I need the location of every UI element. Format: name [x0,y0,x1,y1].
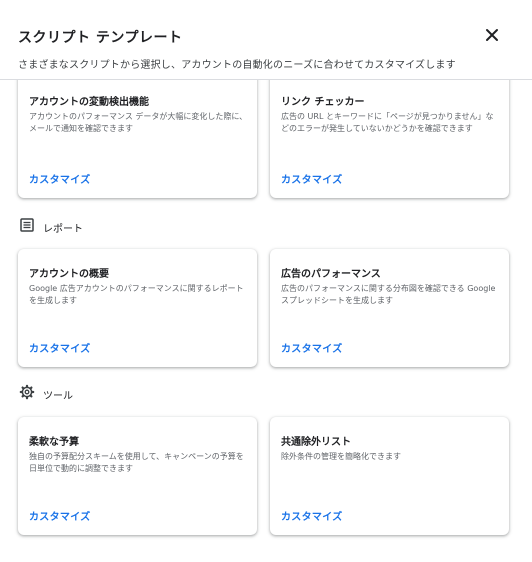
close-icon[interactable] [482,25,502,45]
customize-button[interactable]: カスタマイズ [281,508,343,523]
template-card-account-summary[interactable]: アカウントの概要 Google 広告アカウントのパフォーマンスに関するレポートを… [18,249,257,367]
card-description: 広告のパフォーマンスに関する分布図を確認できる Google スプレッドシートを… [281,284,496,305]
customize-button[interactable]: カスタマイズ [29,340,91,355]
dialog-title: スクリプト テンプレート [18,30,183,46]
section-label: ツール [43,390,73,402]
card-title: リンク チェッカー [281,97,365,108]
gear-icon [19,384,35,404]
template-card-link-checker[interactable]: リンク チェッカー 広告の URL とキーワードに「ページが見つかりません」など… [270,80,509,198]
section-label: レポート [43,223,83,235]
card-description: 除外条件の管理を簡略化できます [281,452,401,461]
section-header-reports: レポート [19,217,83,237]
customize-button[interactable]: カスタマイズ [281,340,343,355]
section-header-tools: ツール [19,384,73,404]
card-description: 広告の URL とキーワードに「ページが見つかりません」などのエラーが発生してい… [281,112,494,133]
card-description: 独自の予算配分スキームを使用して、キャンペーンの予算を日単位で動的に調整できます [29,452,244,473]
template-list[interactable]: アカウントの変動検出機能 アカウントのパフォーマンス データが大幅に変化した際に… [0,80,532,562]
template-card-anomaly-detector[interactable]: アカウントの変動検出機能 アカウントのパフォーマンス データが大幅に変化した際に… [18,80,257,198]
customize-button[interactable]: カスタマイズ [29,508,91,523]
template-card-ad-performance[interactable]: 広告のパフォーマンス 広告のパフォーマンスに関する分布図を確認できる Googl… [270,249,509,367]
card-title: アカウントの変動検出機能 [29,97,149,108]
card-title: 共通除外リスト [281,437,351,448]
template-card-flexible-budget[interactable]: 柔軟な予算 独自の予算配分スキームを使用して、キャンペーンの予算を日単位で動的に… [18,417,257,535]
card-description: Google 広告アカウントのパフォーマンスに関するレポートを生成します [29,284,244,305]
card-title: 広告のパフォーマンス [281,269,381,280]
script-templates-dialog: スクリプト テンプレート さまざまなスクリプトから選択し、アカウントの自動化のニ… [0,0,532,562]
report-icon [19,217,35,237]
customize-button[interactable]: カスタマイズ [281,171,343,186]
dialog-subtitle: さまざまなスクリプトから選択し、アカウントの自動化のニーズに合わせてカスタマイズ… [18,60,456,71]
template-card-shared-negative-list[interactable]: 共通除外リスト 除外条件の管理を簡略化できます カスタマイズ [270,417,509,535]
card-description: アカウントのパフォーマンス データが大幅に変化した際に、メールで通知を確認できま… [29,112,248,133]
card-title: アカウントの概要 [29,269,109,280]
customize-button[interactable]: カスタマイズ [29,171,91,186]
card-title: 柔軟な予算 [29,437,79,448]
